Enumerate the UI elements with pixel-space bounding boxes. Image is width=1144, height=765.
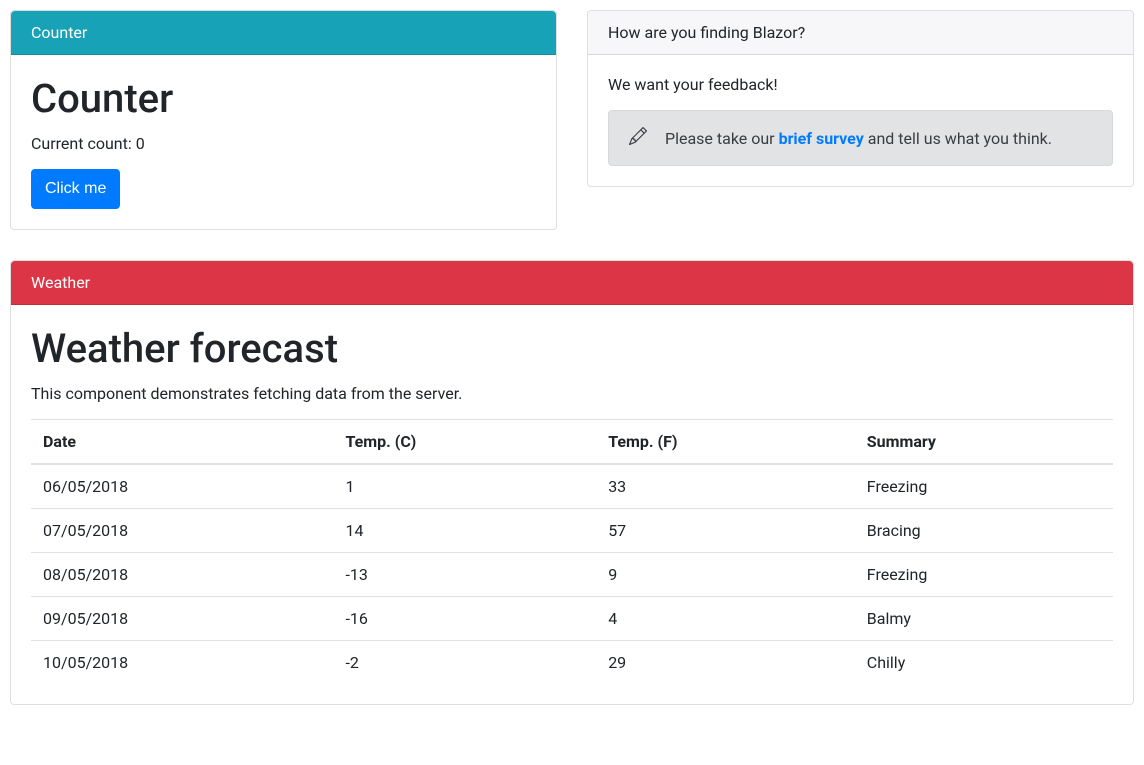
cell-f: 33 xyxy=(596,464,855,509)
cell-date: 07/05/2018 xyxy=(31,509,333,553)
survey-alert: Please take our brief survey and tell us… xyxy=(608,110,1113,166)
cell-f: 57 xyxy=(596,509,855,553)
survey-card-body: We want your feedback! Please take our b… xyxy=(588,55,1133,186)
cell-date: 09/05/2018 xyxy=(31,597,333,641)
cell-c: -2 xyxy=(333,641,596,685)
col-summary: Summary xyxy=(855,420,1113,465)
cell-f: 29 xyxy=(596,641,855,685)
cell-f: 4 xyxy=(596,597,855,641)
table-row: 10/05/2018-229Chilly xyxy=(31,641,1113,685)
cell-c: -13 xyxy=(333,553,596,597)
table-header-row: Date Temp. (C) Temp. (F) Summary xyxy=(31,420,1113,465)
table-row: 06/05/2018133Freezing xyxy=(31,464,1113,509)
survey-prompt-before: Please take our xyxy=(665,129,779,148)
survey-prompt-after: and tell us what you think. xyxy=(864,129,1052,148)
cell-date: 06/05/2018 xyxy=(31,464,333,509)
cell-c: 1 xyxy=(333,464,596,509)
click-me-button[interactable]: Click me xyxy=(31,169,120,209)
col-date: Date xyxy=(31,420,333,465)
cell-summary: Bracing xyxy=(855,509,1113,553)
cell-summary: Freezing xyxy=(855,464,1113,509)
table-row: 08/05/2018-139Freezing xyxy=(31,553,1113,597)
table-row: 07/05/20181457Bracing xyxy=(31,509,1113,553)
weather-card-header: Weather xyxy=(11,261,1133,305)
cell-f: 9 xyxy=(596,553,855,597)
cell-summary: Balmy xyxy=(855,597,1113,641)
pencil-icon xyxy=(629,127,647,149)
cell-summary: Freezing xyxy=(855,553,1113,597)
counter-card: Counter Counter Current count: 0 Click m… xyxy=(10,10,557,230)
cell-date: 08/05/2018 xyxy=(31,553,333,597)
cell-date: 10/05/2018 xyxy=(31,641,333,685)
cell-summary: Chilly xyxy=(855,641,1113,685)
survey-card: How are you finding Blazor? We want your… xyxy=(587,10,1134,187)
cell-c: 14 xyxy=(333,509,596,553)
feedback-text: We want your feedback! xyxy=(608,75,1113,94)
counter-card-header: Counter xyxy=(11,11,556,55)
survey-prompt-text: Please take our brief survey and tell us… xyxy=(665,129,1052,148)
weather-subtitle: This component demonstrates fetching dat… xyxy=(31,384,1113,403)
col-temp-c: Temp. (C) xyxy=(333,420,596,465)
survey-card-header: How are you finding Blazor? xyxy=(588,11,1133,55)
counter-title: Counter xyxy=(31,75,536,122)
counter-count-text: Current count: 0 xyxy=(31,134,536,153)
weather-card: Weather Weather forecast This component … xyxy=(10,260,1134,705)
weather-card-body: Weather forecast This component demonstr… xyxy=(11,305,1133,704)
weather-table: Date Temp. (C) Temp. (F) Summary 06/05/2… xyxy=(31,419,1113,684)
table-row: 09/05/2018-164Balmy xyxy=(31,597,1113,641)
cell-c: -16 xyxy=(333,597,596,641)
col-temp-f: Temp. (F) xyxy=(596,420,855,465)
counter-card-body: Counter Current count: 0 Click me xyxy=(11,55,556,229)
survey-link[interactable]: brief survey xyxy=(779,129,864,148)
weather-title: Weather forecast xyxy=(31,325,1113,372)
